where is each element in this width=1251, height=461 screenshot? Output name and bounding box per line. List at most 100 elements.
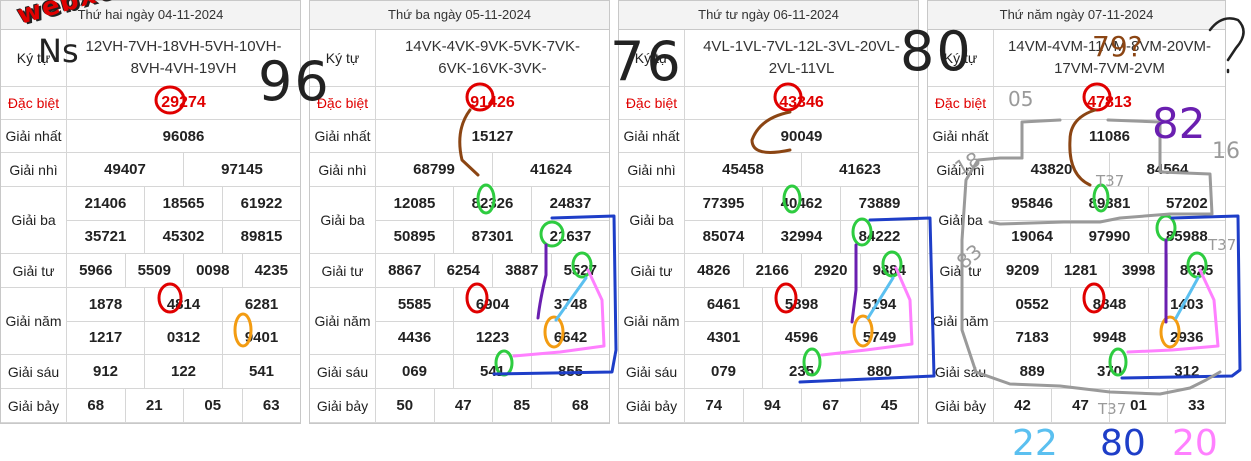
label-giai-nhi: Giải nhì [619,153,685,187]
ky-tu-line-2: 8VH-4VH-19VH [130,60,237,77]
handwritten-bottom-number: 20 [1172,423,1218,461]
label-giai-ba: Giải ba [928,187,994,254]
giai-bay-value: 85 [492,389,551,422]
giai-nhi-value: 84564 [1109,153,1225,186]
ky-tu-line-1: 14VM-4VM-11VM-8VM-20VM- [1007,38,1212,55]
label-giai-nhi: Giải nhì [1,153,67,187]
giai-bay-value: 74 [705,397,723,414]
label-dac-biet: Đặc biệt [619,87,685,120]
panel-title: Thứ năm ngày 07-11-2024 [928,1,1225,30]
giai-nam-value: 4596 [762,321,840,354]
giai-ba-value: 18565 [144,187,222,220]
giai-sau-value: 889 [1019,363,1045,380]
giai-nam-value: 6904 [453,288,531,321]
dac-biet-value: 43346 [779,94,824,111]
giai-nam-value: 9401 [222,321,300,354]
giai-ba-value: 57202 [1147,187,1225,220]
giai-bay-value: 05 [183,389,242,422]
panel-title: Thứ ba ngày 05-11-2024 [310,1,609,30]
giai-sau-value: 541 [453,355,531,388]
label-ky-tu: Ký tự [928,30,994,87]
giai-bay-value: 47 [433,389,493,422]
giai-bay-value: 21 [124,389,184,422]
result-panel-tuesday: Thứ ba ngày 05-11-2024 Ký tự 14VK-4VK-9V… [309,0,610,424]
giai-ba-value: 40462 [762,187,840,220]
giai-bay-value: 63 [241,389,301,422]
giai-tu-value: 3887 [492,254,551,287]
giai-ba-value: 89381 [1070,187,1147,220]
giai-nam-value: 7183 [1015,329,1049,347]
ky-tu-row: 12VH-7VH-18VH-5VH-10VH- 8VH-4VH-19VH [67,30,300,87]
giai-nam-value: 1403 [1147,288,1225,321]
giai-sau-value: 312 [1147,355,1225,388]
label-giai-nam: Giải năm [928,288,994,355]
giai-sau-value: 122 [144,355,222,388]
giai-tu-value: 4235 [241,254,301,287]
giai-nam-value: 6642 [531,321,609,354]
giai-nhi-value: 49407 [104,161,146,178]
ky-tu-line-2: 17VM-7VM-2VM [1054,60,1165,77]
giai-nam-value: 0552 [1015,295,1049,313]
label-giai-nhat: Giải nhất [928,120,994,153]
giai-nhat-value: 15127 [471,127,514,145]
giai-nam-value: 1878 [88,295,123,313]
label-dac-biet: Đặc biệt [1,87,67,120]
giai-bay-value: 68 [87,397,105,414]
giai-tu-value: 6254 [433,254,493,287]
giai-ba-value: 35721 [84,228,127,246]
giai-nam-value: 4436 [397,329,432,347]
giai-sau-value: 855 [531,355,609,388]
giai-bay-value: 42 [1014,397,1031,414]
giai-ba-value: 85074 [702,228,745,246]
giai-ba-value: 45302 [144,220,222,253]
giai-bay-value: 94 [742,389,802,422]
label-giai-nhat: Giải nhất [1,120,67,153]
giai-bay-value: 47 [1051,389,1109,422]
giai-ba-value: 82326 [453,187,531,220]
label-ky-tu: Ký tự [310,30,376,87]
giai-ba-value: 32994 [762,220,840,253]
label-giai-nhat: Giải nhất [619,120,685,153]
giai-tu-value: 8867 [388,262,422,279]
giai-ba-value: 87301 [453,220,531,253]
giai-nam-value: 5585 [397,295,432,313]
giai-nam-value: 5749 [840,321,918,354]
giai-ba-value: 50895 [393,228,436,246]
giai-nam-value: 6281 [222,288,300,321]
ky-tu-line-1: 4VL-1VL-7VL-12L-3VL-20VL- [703,38,900,55]
label-giai-ba: Giải ba [619,187,685,254]
giai-nam-value: 1223 [453,321,531,354]
handwritten-bottom-number: 22 [1012,423,1058,461]
giai-nhi-value: 68799 [413,161,455,178]
giai-nam-value: 4814 [144,288,222,321]
giai-sau-value: 912 [92,363,119,380]
giai-bay-value: 45 [859,389,919,422]
label-giai-nam: Giải năm [1,288,67,355]
ky-tu-line-2: 2VL-11VL [768,60,835,77]
giai-tu-value: 5966 [79,262,113,279]
label-dac-biet: Đặc biệt [928,87,994,120]
giai-tu-value: 1281 [1051,254,1109,287]
label-giai-bay: Giải bảy [928,389,994,423]
giai-nam-value: 9948 [1070,321,1147,354]
label-ky-tu: Ký tự [1,30,67,87]
label-giai-sau: Giải sáu [310,355,376,389]
giai-nhat-value: 90049 [780,127,823,145]
giai-sau-value: 370 [1070,355,1147,388]
giai-sau-value: 541 [222,355,300,388]
label-giai-tu: Giải tư [928,254,994,288]
giai-ba-value: 85988 [1147,220,1225,253]
giai-nhi-value: 97145 [183,153,300,186]
giai-nam-value: 0312 [144,321,222,354]
giai-tu-value: 4826 [697,262,731,279]
label-giai-tu: Giải tư [1,254,67,288]
label-ky-tu: Ký tự [619,30,685,87]
giai-ba-value: 21637 [531,220,609,253]
label-giai-nam: Giải năm [619,288,685,355]
giai-sau-value: 235 [762,355,840,388]
giai-ba-value: 77395 [702,194,745,212]
label-giai-sau: Giải sáu [1,355,67,389]
giai-bay-value: 50 [396,397,414,414]
label-giai-nhi: Giải nhì [928,153,994,187]
panel-title: Thứ tư ngày 06-11-2024 [619,1,918,30]
